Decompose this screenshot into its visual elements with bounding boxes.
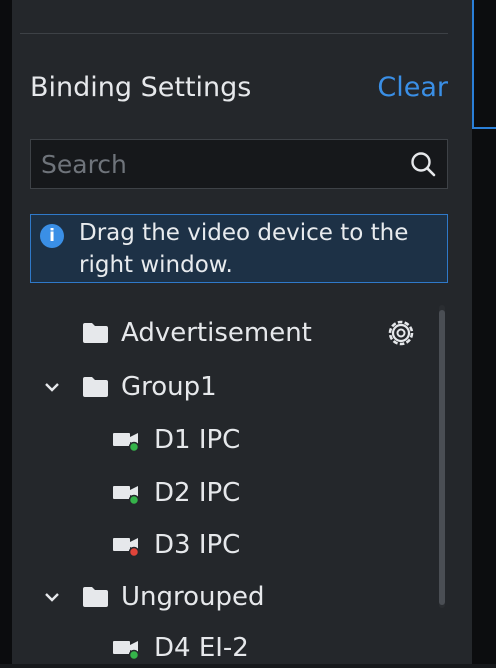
tree-group-label: Ungrouped	[121, 582, 265, 612]
search-input[interactable]	[41, 140, 391, 188]
device-label: D4 EI-2	[154, 633, 249, 663]
left-edge	[0, 0, 12, 664]
hint-text: Drag the video device to the right windo…	[79, 220, 409, 278]
camera-online-icon	[113, 486, 140, 505]
panel-title: Binding Settings	[30, 72, 252, 103]
chevron-down-icon[interactable]	[42, 587, 62, 607]
device-label: D1 IPC	[154, 425, 241, 455]
tree-device-d1[interactable]: D1 IPC	[112, 420, 240, 460]
tree-group-label: Group1	[121, 372, 217, 402]
search-box[interactable]	[30, 139, 448, 189]
tree-device-d3[interactable]: D3 IPC	[112, 525, 240, 565]
info-icon: i	[40, 224, 64, 248]
clear-button[interactable]: Clear	[377, 68, 448, 108]
tree-device-d4[interactable]: D4 EI-2	[112, 628, 249, 668]
folder-icon	[83, 587, 108, 607]
scrollbar-thumb[interactable]	[439, 310, 445, 605]
tree-group-advertisement[interactable]: Advertisement	[82, 313, 312, 353]
device-label: D3 IPC	[154, 530, 241, 560]
device-label: D2 IPC	[154, 478, 241, 508]
folder-icon	[83, 323, 108, 343]
folder-icon	[83, 377, 108, 397]
tree-group-label: Advertisement	[121, 318, 312, 348]
tree-group-group1[interactable]: Group1	[82, 367, 217, 407]
gear-icon[interactable]	[386, 318, 416, 348]
tree-device-d2[interactable]: D2 IPC	[112, 473, 240, 513]
top-divider	[20, 33, 448, 34]
camera-offline-icon	[113, 538, 140, 557]
camera-online-icon	[113, 433, 140, 452]
camera-online-icon	[113, 641, 140, 660]
search-icon[interactable]	[409, 150, 437, 178]
chevron-down-icon[interactable]	[42, 377, 62, 397]
tree-group-ungrouped[interactable]: Ungrouped	[82, 577, 265, 617]
selected-window-frame[interactable]	[472, 0, 496, 129]
hint-banner: i Drag the video device to the right win…	[30, 214, 448, 283]
